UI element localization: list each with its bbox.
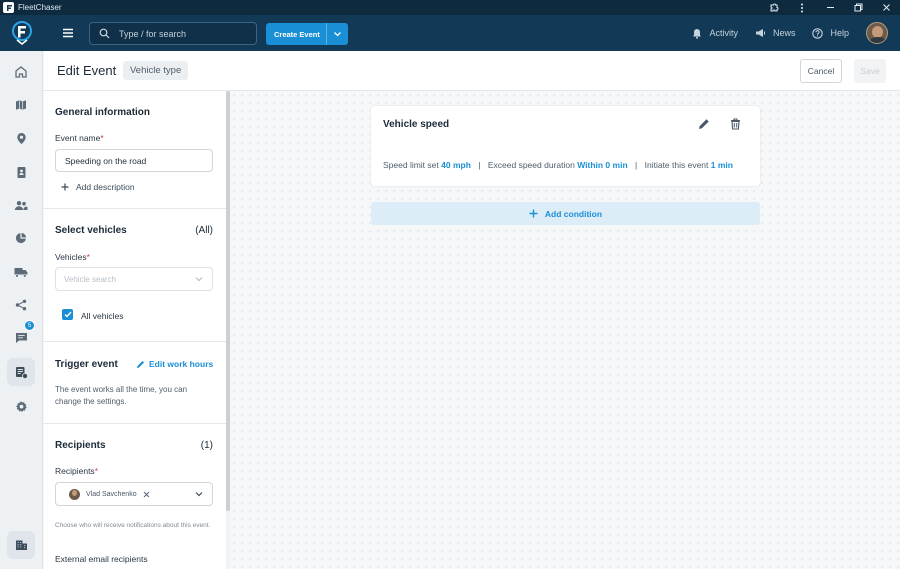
- user-avatar[interactable]: [866, 22, 888, 44]
- activity-label: Activity: [709, 28, 738, 38]
- page-title: Edit Event: [57, 63, 117, 78]
- app-logo-icon: [3, 2, 14, 13]
- conditions-canvas: Vehicle speed Speed limit set 40 mph | E…: [230, 91, 900, 569]
- plus-icon: [529, 209, 538, 218]
- cancel-button[interactable]: Cancel: [800, 59, 842, 83]
- truck-icon[interactable]: [7, 258, 35, 286]
- condition-title: Vehicle speed: [383, 119, 450, 130]
- pencil-icon: [137, 360, 144, 368]
- section-divider: [44, 341, 226, 342]
- activity-link[interactable]: Activity: [692, 28, 738, 39]
- recipients-count: (1): [200, 440, 213, 451]
- extensions-icon[interactable]: [760, 0, 788, 15]
- recipients-select[interactable]: Vlad Savchenko: [55, 482, 213, 506]
- vehicles-label: Vehicles*: [55, 252, 90, 262]
- contacts-book-icon[interactable]: [7, 158, 35, 186]
- location-pin-icon[interactable]: [7, 124, 35, 152]
- add-condition-button[interactable]: Add condition: [371, 202, 760, 225]
- speed-limit-value: 40 mph: [441, 160, 471, 170]
- search-input[interactable]: [119, 28, 249, 39]
- plus-icon: [61, 183, 69, 191]
- add-condition-label: Add condition: [544, 208, 603, 219]
- pie-chart-icon[interactable]: [7, 224, 35, 252]
- home-icon[interactable]: [7, 58, 35, 86]
- detail-separator: |: [478, 160, 481, 170]
- create-event-button[interactable]: Create Event: [266, 23, 348, 45]
- exceed-duration-value: Within 0 min: [577, 160, 628, 170]
- section-divider: [44, 423, 226, 424]
- create-event-label: Create Event: [274, 29, 320, 39]
- recipients-label: Recipients*: [55, 466, 98, 476]
- fleetchaser-logo-icon[interactable]: [0, 15, 43, 51]
- page-header: Edit Event Vehicle type Cancel Save: [44, 51, 900, 91]
- recipients-title: Recipients: [55, 440, 106, 451]
- all-vehicles-label: All vehicles: [81, 311, 124, 321]
- chat-badge: 5: [24, 320, 35, 331]
- condition-details: Speed limit set 40 mph | Exceed speed du…: [383, 160, 733, 170]
- bell-icon: [693, 28, 702, 39]
- trigger-event-title: Trigger event: [55, 359, 118, 370]
- initiate-event-label: Initiate this event: [644, 160, 709, 170]
- megaphone-icon: [755, 29, 765, 37]
- vehicle-search-select[interactable]: Vehicle search: [55, 267, 213, 291]
- detail-separator: |: [635, 160, 638, 170]
- exceed-duration-label: Exceed speed duration: [487, 160, 575, 170]
- event-name-label: Event name*: [55, 133, 104, 143]
- vehicles-count: (All): [195, 225, 213, 236]
- map-icon[interactable]: [7, 91, 35, 119]
- window-titlebar: FleetChaser: [0, 0, 900, 15]
- general-info-title: General information: [55, 107, 151, 118]
- edit-condition-icon[interactable]: [698, 118, 710, 130]
- recipients-help-text: Choose who will receive notifications ab…: [55, 522, 211, 529]
- edit-work-hours-label: Edit work hours: [149, 359, 214, 369]
- close-window-icon[interactable]: [872, 0, 900, 15]
- help-label: Help: [830, 28, 849, 38]
- gear-icon[interactable]: [7, 392, 35, 420]
- edit-work-hours-link[interactable]: Edit work hours: [136, 359, 213, 369]
- more-vertical-icon[interactable]: [788, 0, 816, 15]
- restore-icon[interactable]: [844, 0, 872, 15]
- news-label: News: [772, 28, 796, 38]
- event-name-input[interactable]: Speeding on the road: [55, 149, 213, 172]
- event-form-panel: General information Event name* Speeding…: [44, 91, 226, 569]
- delete-condition-icon[interactable]: [730, 118, 741, 130]
- chevron-down-icon[interactable]: [195, 491, 203, 497]
- speed-limit-label: Speed limit set: [383, 160, 439, 170]
- external-email-label: External email recipients: [55, 554, 148, 564]
- window-title: FleetChaser: [18, 3, 62, 12]
- add-description-link[interactable]: Add description: [61, 182, 135, 192]
- remove-recipient-icon[interactable]: [143, 491, 150, 498]
- checkmark-icon: [64, 311, 72, 318]
- search-box[interactable]: [89, 22, 257, 45]
- news-link[interactable]: News: [755, 28, 796, 38]
- recipient-chip-label: Vlad Savchenko: [86, 490, 137, 498]
- top-bar: Create Event Activity News Help: [0, 15, 900, 51]
- vehicle-type-tag: Vehicle type: [123, 61, 189, 80]
- add-description-label: Add description: [76, 182, 135, 192]
- left-navigation: 5: [0, 51, 43, 569]
- select-vehicles-title: Select vehicles: [55, 225, 127, 236]
- condition-card: Vehicle speed Speed limit set 40 mph | E…: [371, 106, 760, 186]
- share-icon[interactable]: [7, 291, 35, 319]
- recipient-avatar: [69, 488, 80, 500]
- help-link[interactable]: Help: [812, 27, 849, 39]
- people-icon[interactable]: [7, 191, 35, 219]
- company-icon[interactable]: [7, 531, 35, 559]
- help-circle-icon: [812, 27, 824, 39]
- create-event-dropdown-icon[interactable]: [327, 31, 348, 37]
- chat-icon[interactable]: 5: [7, 320, 35, 352]
- search-icon: [99, 28, 110, 39]
- minimize-icon[interactable]: [816, 0, 844, 15]
- vehicle-search-placeholder: Vehicle search: [64, 274, 117, 284]
- initiate-event-value: 1 min: [710, 160, 733, 170]
- chevron-down-icon: [195, 277, 203, 282]
- section-divider: [44, 208, 226, 209]
- events-icon[interactable]: [7, 358, 35, 386]
- hamburger-menu-icon[interactable]: [56, 21, 80, 45]
- save-button[interactable]: Save: [854, 59, 886, 83]
- trigger-description: The event works all the time, you can ch…: [55, 385, 188, 406]
- all-vehicles-checkbox[interactable]: [62, 309, 73, 320]
